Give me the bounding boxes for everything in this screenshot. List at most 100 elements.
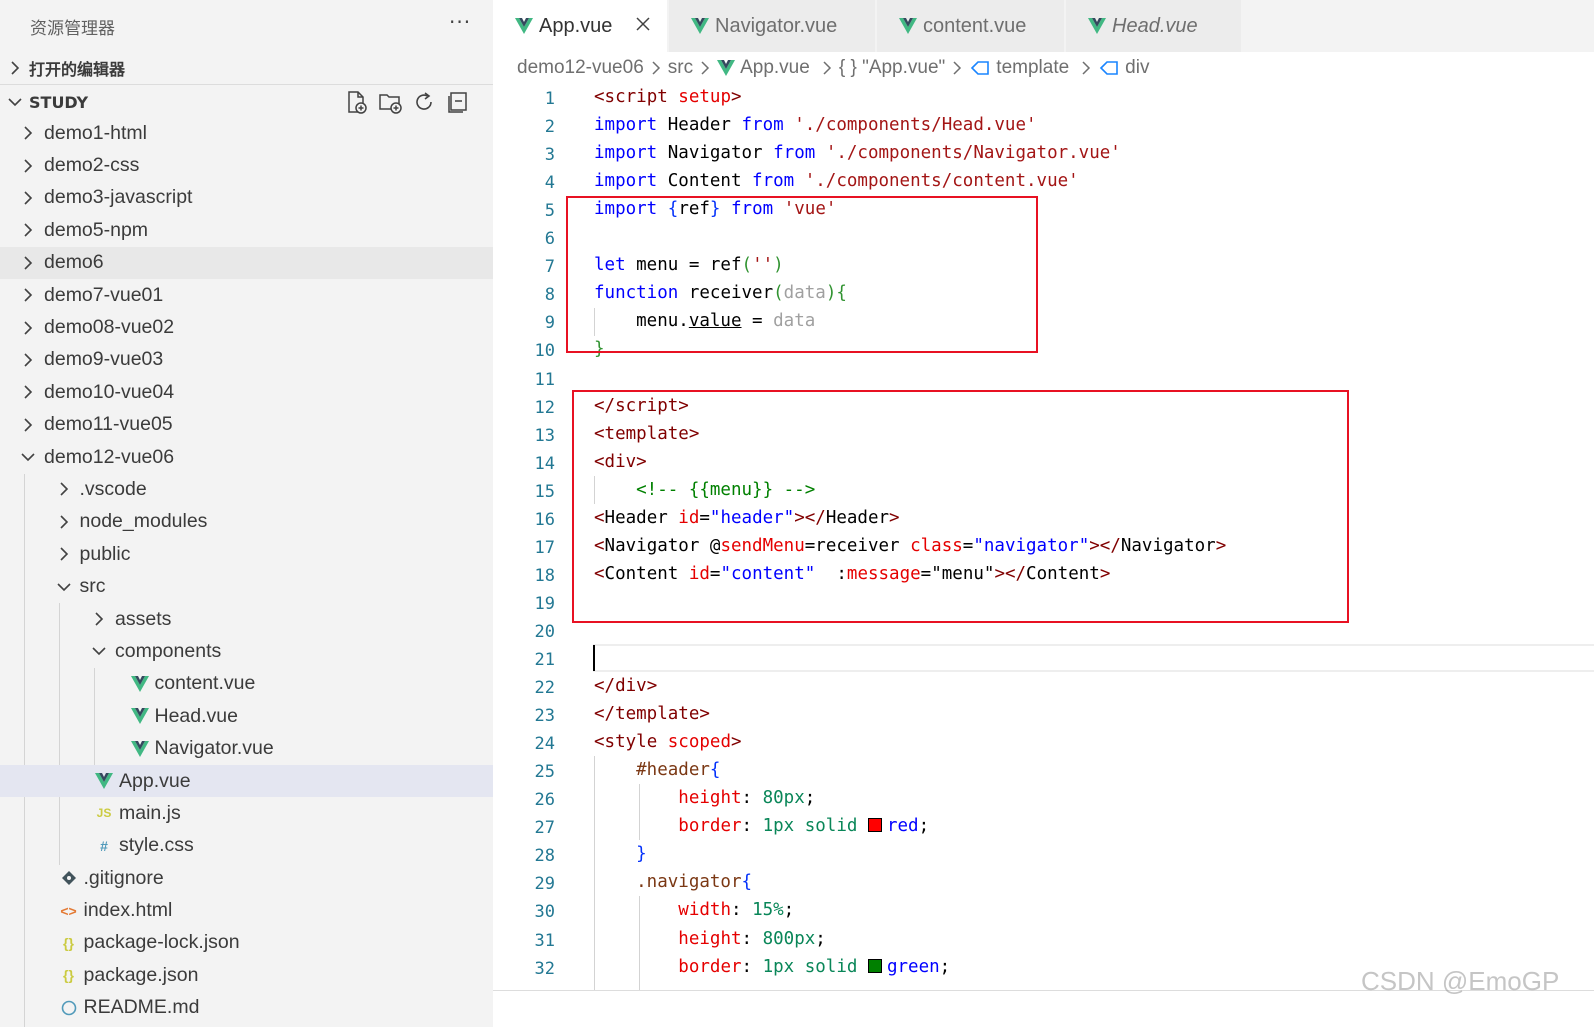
code-line[interactable]: border: 1px solid red; <box>594 816 929 836</box>
tree-file[interactable]: README.md <box>0 992 493 1024</box>
chevron-right-icon <box>24 385 33 399</box>
chevron-right-icon <box>11 61 20 75</box>
tab-content-vue[interactable]: content.vue <box>877 0 1065 52</box>
tree-folder[interactable]: demo2-css <box>0 149 493 181</box>
breadcrumb-item[interactable]: { } "App.vue" <box>839 57 945 79</box>
code-line[interactable]: height: 800px; <box>594 929 826 949</box>
tab-app-vue[interactable]: App.vue <box>493 0 668 52</box>
code-line[interactable]: </div> <box>594 676 657 696</box>
line-number: 30 <box>534 902 555 923</box>
breadcrumb-item[interactable]: div <box>1098 57 1149 79</box>
annotation-box-template <box>572 390 1349 623</box>
code-line[interactable]: .navigator{ <box>594 872 752 892</box>
tree-folder[interactable]: components <box>0 635 493 667</box>
code-line[interactable]: #header{ <box>594 760 720 780</box>
tree-folder[interactable]: src <box>0 570 493 602</box>
code-token: scoped <box>657 732 731 753</box>
code-line[interactable]: </template> <box>594 704 710 724</box>
tree-folder[interactable]: demo10-vue04 <box>0 376 493 408</box>
code-token: > <box>730 87 742 107</box>
line-number: 15 <box>534 481 555 502</box>
line-number: 24 <box>534 734 555 755</box>
tree-folder[interactable]: demo3-javascript <box>0 182 493 214</box>
tree-item-label: demo10-vue04 <box>44 380 175 403</box>
refresh-icon[interactable] <box>411 89 437 115</box>
tree-folder[interactable]: demo7-vue01 <box>0 279 493 311</box>
chevron-down-icon <box>56 583 71 591</box>
chevron-right-icon <box>24 288 33 302</box>
code-token: > <box>646 676 658 697</box>
new-file-icon[interactable] <box>343 89 369 115</box>
code-token: width <box>678 900 731 921</box>
tree-file[interactable]: Head.vue <box>0 700 493 732</box>
chevron-right-icon <box>652 61 660 75</box>
line-number: 12 <box>534 397 555 418</box>
tree-file[interactable]: JS main.js <box>0 797 493 829</box>
color-swatch-icon[interactable] <box>867 958 882 973</box>
tab-navigator-vue[interactable]: Navigator.vue <box>669 0 876 52</box>
open-editors-section[interactable]: 打开的编辑器 <box>0 51 493 85</box>
new-folder-icon[interactable] <box>377 89 403 115</box>
line-number: 13 <box>534 425 555 446</box>
code-line[interactable]: } <box>594 844 647 864</box>
code-line[interactable]: <script setup> <box>594 87 742 107</box>
tree-file[interactable]: # style.css <box>0 830 493 862</box>
code-token: script <box>604 87 668 107</box>
tree-folder[interactable]: demo08-vue02 <box>0 311 493 343</box>
tree-folder[interactable]: public <box>0 538 493 570</box>
color-swatch-icon[interactable] <box>867 818 882 833</box>
code-token: 1px <box>762 816 795 837</box>
code-token: : <box>741 928 763 949</box>
tree-folder[interactable]: .vscode <box>0 473 493 505</box>
tree-file[interactable]: Navigator.vue <box>0 732 493 764</box>
tree-folder[interactable]: node_modules <box>0 506 493 538</box>
tab-head-vue[interactable]: Head.vue <box>1066 0 1242 52</box>
line-number: 26 <box>534 790 555 811</box>
collapse-all-icon[interactable] <box>445 89 471 115</box>
tree-folder[interactable]: demo11-vue05 <box>0 409 493 441</box>
code-line[interactable]: height: 80px; <box>594 788 815 808</box>
tree-file[interactable]: <> index.html <box>0 894 493 926</box>
code-line[interactable]: border: 1px solid green; <box>594 957 950 977</box>
tab-label: content.vue <box>923 14 1027 37</box>
tree-folder[interactable]: demo1-html <box>0 117 493 149</box>
tree-file[interactable]: {} package.json <box>0 959 493 991</box>
chevron-right-icon <box>823 61 831 75</box>
vue-file-icon <box>1088 18 1106 34</box>
code-line[interactable]: import Navigator from './components/Navi… <box>594 143 1121 163</box>
line-number: 3 <box>544 145 555 166</box>
tree-item-label: demo5-npm <box>44 218 149 241</box>
tree-item-label: src <box>79 575 106 598</box>
code-line[interactable]: width: 15%; <box>594 900 794 920</box>
code-line[interactable]: import Content from './components/conten… <box>594 171 1079 191</box>
vue-file-icon <box>129 706 151 726</box>
breadcrumb-item[interactable]: src <box>668 57 693 79</box>
tree-file[interactable]: .gitignore <box>0 862 493 894</box>
breadcrumb-item[interactable]: demo12-vue06 <box>517 57 644 79</box>
tree-folder[interactable]: demo6 <box>0 246 493 279</box>
annotation-box-script <box>566 196 1038 353</box>
chevron-right-icon <box>24 320 33 335</box>
code-line[interactable]: <style scoped> <box>594 732 742 752</box>
css-file-icon: # <box>100 837 108 854</box>
breadcrumb-item[interactable]: App.vue <box>717 57 810 79</box>
line-number: 29 <box>534 874 555 895</box>
close-icon[interactable] <box>635 16 651 32</box>
line-number: 31 <box>534 930 555 951</box>
code-line[interactable]: import Header from './components/Head.vu… <box>594 115 1037 135</box>
code-token: height <box>678 928 742 949</box>
tree-file[interactable]: {} package-lock.json <box>0 927 493 959</box>
code-token: } <box>636 844 647 865</box>
tree-folder[interactable]: demo9-vue03 <box>0 344 493 376</box>
tree-folder[interactable]: demo12-vue06 <box>0 441 493 473</box>
tree-folder[interactable]: assets <box>0 603 493 635</box>
tree-file[interactable]: App.vue <box>0 764 493 798</box>
code-editor[interactable]: 1 2 3 4 5 6 7 8 9 10 11 12 13 14 15 16 17 18 19 20 21 22 23 24 2… <box>493 84 1594 990</box>
breadcrumb-item[interactable]: template <box>969 57 1069 79</box>
js-file-icon: JS <box>96 806 112 821</box>
tree-file[interactable]: content.vue <box>0 668 493 700</box>
tree-folder[interactable]: demo5-npm <box>0 214 493 246</box>
more-actions-icon[interactable]: ··· <box>449 10 471 34</box>
